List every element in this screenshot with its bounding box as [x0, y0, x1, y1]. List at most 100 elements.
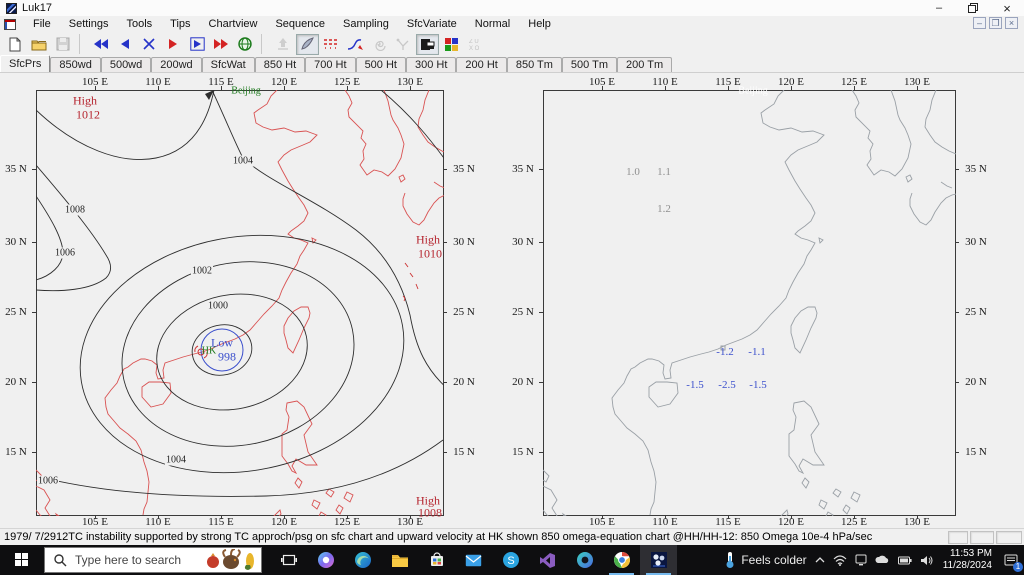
notification-center-button[interactable]: 1 [998, 545, 1024, 575]
ytick-right: 35 N [965, 163, 987, 175]
contour-label: 1004 [232, 155, 254, 167]
window-layout-button[interactable] [415, 33, 439, 55]
tab-700-ht[interactable]: 700 Ht [305, 57, 356, 72]
ytick-mark [443, 169, 447, 170]
window-controls: – × [922, 0, 1024, 16]
open-folder-button[interactable] [28, 34, 51, 55]
tab-300-ht[interactable]: 300 Ht [405, 57, 457, 72]
menu-chartview[interactable]: Chartview [200, 16, 267, 32]
title-bar: Luk17 [0, 0, 1024, 16]
xtick-mark [347, 86, 348, 90]
taskbar-app-skype[interactable]: S [492, 545, 529, 575]
mdi-document-icon[interactable] [4, 18, 16, 30]
xtick-mark [284, 86, 285, 90]
taskbar: Type here to search S Feels colder 11:53… [0, 545, 1024, 575]
map-label: High [73, 93, 97, 108]
fast-forward-button[interactable] [210, 34, 233, 55]
ytick-mark [443, 242, 447, 243]
speaker-icon[interactable] [916, 545, 937, 575]
taskbar-app-edge[interactable] [344, 545, 381, 575]
weather-widget[interactable]: Feels colder [719, 545, 810, 575]
ytick-mark [32, 312, 36, 313]
mdi-restore-button[interactable]: ❐ [989, 17, 1002, 29]
map-label: -2.5 [718, 379, 736, 391]
tab-sfcwat[interactable]: SfcWat [201, 57, 255, 72]
new-document-button[interactable] [4, 34, 27, 55]
ytick-left: 15 N [512, 446, 534, 458]
contour-label: 1008 [64, 204, 86, 216]
phone-link-icon[interactable] [851, 545, 871, 575]
rewind-button[interactable] [90, 34, 113, 55]
taskbar-app-store[interactable] [418, 545, 455, 575]
xtick-mark [665, 86, 666, 90]
ytick-left: 15 N [5, 446, 27, 458]
clock[interactable]: 11:53 PM 11/28/2024 [937, 548, 998, 572]
restore-button[interactable] [956, 0, 990, 16]
pen-button[interactable] [295, 33, 319, 55]
step-back-button[interactable] [114, 34, 137, 55]
ytick-mark [443, 382, 447, 383]
contour-label: 1002 [191, 265, 213, 277]
tab-500-ht[interactable]: 500 Ht [355, 57, 406, 72]
start-button[interactable] [0, 545, 44, 575]
minimize-button[interactable]: – [922, 0, 956, 16]
tray-chevron[interactable] [811, 545, 829, 575]
taskbar-app-chrome[interactable] [603, 545, 640, 575]
tab-850wd[interactable]: 850wd [50, 57, 101, 72]
contour-label: 1000 [207, 300, 229, 312]
menu-settings[interactable]: Settings [60, 16, 118, 32]
ytick-mark [32, 452, 36, 453]
contour-label: 1004 [165, 454, 187, 466]
menu-sfcvariate[interactable]: SfcVariate [398, 16, 466, 32]
onedrive-cloud-icon[interactable] [871, 545, 894, 575]
taskbar-app-luk17[interactable] [640, 545, 677, 575]
taskbar-app-dev-home[interactable] [566, 545, 603, 575]
mdi-minimize-button[interactable]: – [973, 17, 986, 29]
menu-tools[interactable]: Tools [117, 16, 161, 32]
tab-sfcprs[interactable]: SfcPrs [0, 55, 51, 72]
menu-tips[interactable]: Tips [161, 16, 199, 32]
tab-200wd[interactable]: 200wd [151, 57, 202, 72]
tab-200-ht[interactable]: 200 Ht [456, 57, 507, 72]
ytick-mark [539, 312, 543, 313]
menu-normal[interactable]: Normal [466, 16, 519, 32]
play-button[interactable] [162, 34, 185, 55]
curve-arrow-button[interactable] [344, 34, 367, 55]
close-button[interactable]: × [990, 0, 1024, 16]
taskbar-apps: S [270, 545, 677, 575]
tab-500wd[interactable]: 500wd [100, 57, 152, 72]
surface-pressure-map [36, 90, 444, 516]
xtick-mark [221, 86, 222, 90]
red-dashes-button[interactable] [320, 34, 343, 55]
palette-button[interactable] [440, 34, 463, 55]
branch-button [392, 34, 415, 55]
tab-200-tm[interactable]: 200 Tm [617, 57, 673, 72]
mdi-close-button[interactable]: × [1005, 17, 1018, 29]
menu-sampling[interactable]: Sampling [334, 16, 398, 32]
search-box[interactable]: Type here to search [44, 547, 262, 573]
ytick-left: 30 N [5, 236, 27, 248]
taskbar-app-task-view[interactable] [270, 545, 307, 575]
battery-icon[interactable] [894, 545, 916, 575]
frame-step-button[interactable] [186, 34, 209, 55]
contour-label: 1006 [37, 475, 59, 487]
ytick-right: 30 N [453, 236, 475, 248]
ytick-right: 20 N [965, 376, 987, 388]
tab-500-tm[interactable]: 500 Tm [561, 57, 618, 72]
map-frame [36, 90, 444, 516]
clock-time: 11:53 PM [949, 548, 992, 559]
cancel-x-button[interactable] [138, 34, 161, 55]
menu-help[interactable]: Help [519, 16, 560, 32]
taskbar-app-mail[interactable] [455, 545, 492, 575]
taskbar-app-visual-studio[interactable] [529, 545, 566, 575]
menu-bar: File Settings Tools Tips Chartview Sequence Sa… [0, 16, 1024, 32]
tab-850-tm[interactable]: 850 Tm [506, 57, 562, 72]
menu-file[interactable]: File [24, 16, 60, 32]
taskbar-app-copilot[interactable] [307, 545, 344, 575]
menu-sequence[interactable]: Sequence [266, 16, 334, 32]
globe-button[interactable] [234, 34, 257, 55]
wifi-icon[interactable] [829, 545, 851, 575]
tab-850-ht[interactable]: 850 Ht [254, 57, 306, 72]
taskbar-app-file-explorer[interactable] [381, 545, 418, 575]
map-label: HK [201, 345, 217, 357]
